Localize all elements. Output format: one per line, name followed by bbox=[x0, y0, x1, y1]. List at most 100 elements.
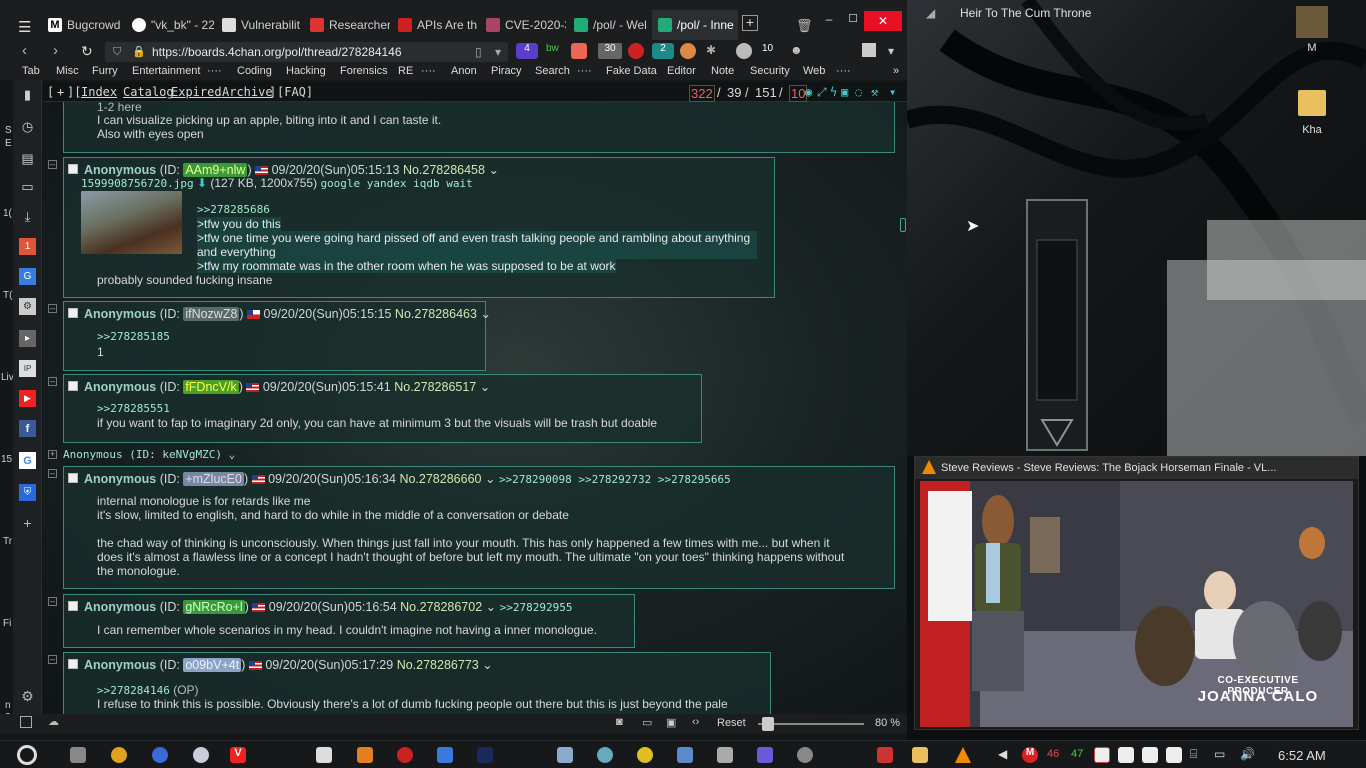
explorer-icon[interactable] bbox=[912, 747, 928, 763]
hide-post-button[interactable]: – bbox=[48, 304, 57, 313]
cloud-icon[interactable]: ☁ bbox=[48, 715, 59, 728]
dropdown-icon[interactable]: ▾ bbox=[495, 42, 501, 62]
taskbar-app-icon[interactable] bbox=[757, 747, 773, 763]
post-menu-icon[interactable]: ⌄ bbox=[488, 163, 498, 177]
tray-icon[interactable] bbox=[1166, 747, 1182, 763]
bookmark-folder[interactable]: Fake Data bbox=[606, 65, 657, 77]
hide-post-button[interactable]: – bbox=[48, 597, 57, 606]
wrench-icon[interactable]: ⚒ bbox=[871, 85, 878, 99]
window-icon[interactable]: ▭ bbox=[642, 716, 652, 729]
youtube-icon[interactable]: ▶ bbox=[19, 390, 36, 407]
extension-badge[interactable]: 10 bbox=[762, 43, 784, 59]
poster-id[interactable]: fFDncV/k bbox=[183, 380, 239, 394]
forward-icon[interactable]: › bbox=[53, 42, 58, 59]
ublock-icon[interactable] bbox=[628, 43, 644, 59]
eye-icon[interactable]: ◉ bbox=[805, 85, 812, 99]
tab-researchers[interactable]: Researchers bbox=[304, 10, 390, 40]
quote-link[interactable]: >>278284146 bbox=[97, 684, 170, 697]
post-checkbox[interactable] bbox=[68, 308, 78, 318]
extension-icon[interactable] bbox=[736, 43, 752, 59]
expand-icon[interactable]: ⤢ bbox=[817, 85, 827, 100]
post-menu-icon[interactable]: ⌄ bbox=[482, 658, 492, 672]
post-number[interactable]: No.278286773 bbox=[397, 658, 479, 672]
bookmark-folder[interactable]: Coding bbox=[237, 65, 272, 77]
zoom-reset-button[interactable]: Reset bbox=[717, 717, 746, 729]
quote-link[interactable]: >>278285686 bbox=[197, 203, 270, 217]
lightning-icon[interactable]: ϟ bbox=[830, 85, 837, 99]
poster-id[interactable]: +mZlucE0 bbox=[183, 472, 244, 486]
chevron-right-icon[interactable]: » bbox=[893, 65, 899, 77]
vlc-video[interactable]: CO-EXECUTIVE PRODUCER JOANNA CALO bbox=[920, 481, 1353, 727]
bookmark-folder[interactable]: Tab bbox=[22, 65, 40, 77]
chevron-down-icon[interactable]: ▾ bbox=[889, 85, 896, 99]
sublime-icon[interactable] bbox=[357, 747, 373, 763]
start-button-icon[interactable] bbox=[17, 745, 37, 765]
image-toggle-icon[interactable]: ▣ bbox=[666, 716, 676, 729]
settings-gear-icon[interactable]: ⚙ bbox=[19, 688, 36, 705]
post-menu-icon[interactable]: ⌄ bbox=[486, 600, 496, 614]
vlc-taskbar-icon[interactable] bbox=[955, 747, 971, 763]
post-number[interactable]: No.278286660 bbox=[399, 472, 481, 486]
quote-link[interactable]: >>278285185 bbox=[97, 330, 170, 344]
ip-panel-icon[interactable]: IP bbox=[19, 360, 36, 377]
bookmark-folder[interactable]: Note bbox=[711, 65, 734, 77]
panel-toggle-icon[interactable] bbox=[20, 716, 32, 728]
scrollbar-thumb[interactable] bbox=[900, 218, 906, 232]
bookmark-folder[interactable]: Search bbox=[535, 65, 570, 77]
faq-link[interactable]: [FAQ] bbox=[277, 85, 313, 99]
google-icon[interactable]: G bbox=[19, 452, 36, 469]
post-thumbnail[interactable] bbox=[81, 191, 182, 254]
post-number[interactable]: No.278286463 bbox=[395, 307, 477, 321]
taskbar-app-icon[interactable] bbox=[597, 747, 613, 763]
download-icon[interactable]: ⬇ bbox=[197, 176, 207, 190]
taskbar-app-icon[interactable] bbox=[797, 747, 813, 763]
notes-icon[interactable]: ▭ bbox=[19, 178, 36, 195]
tab-apis[interactable]: APIs Are th bbox=[392, 10, 478, 40]
tray-icon[interactable] bbox=[1094, 747, 1110, 763]
panel-app-icon[interactable]: 1 bbox=[19, 238, 36, 255]
post-menu-icon[interactable]: ⌄ bbox=[480, 307, 490, 321]
index-link[interactable]: Index bbox=[81, 85, 117, 99]
downloads-icon[interactable]: ⤓ bbox=[19, 208, 36, 225]
desktop-icon-label[interactable]: M bbox=[1296, 42, 1328, 54]
extension-badge[interactable]: bw bbox=[546, 43, 564, 59]
quote-link[interactable]: >>278285551 bbox=[97, 402, 170, 416]
desktop-icon-label[interactable]: Kha bbox=[1294, 124, 1330, 136]
taskbar-app-icon[interactable] bbox=[877, 747, 893, 763]
extension-icon[interactable] bbox=[571, 43, 587, 59]
expand-toggle[interactable]: + bbox=[57, 85, 64, 99]
image-icon[interactable]: ▣ bbox=[841, 85, 848, 99]
alien-icon[interactable]: ☻ bbox=[790, 43, 808, 59]
battery-icon[interactable]: ▭ bbox=[1214, 747, 1225, 761]
taskbar-app-icon[interactable] bbox=[677, 747, 693, 763]
hidden-post-stub[interactable]: Anonymous (ID: keNVgMZC) ⌄ bbox=[63, 448, 235, 461]
folder-icon[interactable] bbox=[1298, 90, 1326, 116]
poster-id[interactable]: ifNozwZ8 bbox=[183, 307, 240, 321]
desktop-book-icon[interactable] bbox=[1296, 6, 1328, 38]
bookmark-folder[interactable]: Security bbox=[750, 65, 790, 77]
hide-post-button[interactable]: – bbox=[48, 655, 57, 664]
post-number[interactable]: No.278286458 bbox=[403, 163, 485, 177]
hamburger-menu-icon[interactable]: ☰ bbox=[18, 18, 31, 36]
taskbar-app-icon[interactable] bbox=[437, 747, 453, 763]
reload-icon[interactable]: ↻ bbox=[81, 43, 93, 60]
minimize-button[interactable]: – bbox=[818, 12, 840, 32]
post-checkbox[interactable] bbox=[68, 659, 78, 669]
extension-icon[interactable] bbox=[862, 43, 876, 57]
address-bar[interactable]: ⛉ 🔒 https://boards.4chan.org/pol/thread/… bbox=[105, 42, 508, 62]
hide-post-button[interactable]: – bbox=[48, 469, 57, 478]
maximize-button[interactable]: ☐ bbox=[842, 12, 864, 32]
translate-icon[interactable]: G bbox=[19, 268, 36, 285]
poster-id[interactable]: AAm9+nlw bbox=[183, 163, 248, 177]
backlinks[interactable]: >>278290098 >>278292732 >>278295665 bbox=[499, 473, 731, 486]
comment-icon[interactable]: ◌ bbox=[855, 85, 862, 99]
taskbar-app-icon[interactable] bbox=[152, 747, 168, 763]
tray-icon[interactable] bbox=[1118, 747, 1134, 763]
archive-link[interactable]: Archive bbox=[222, 85, 273, 99]
camera-icon[interactable]: ◙ bbox=[616, 716, 623, 728]
post-menu-icon[interactable]: ⌄ bbox=[480, 380, 490, 394]
shield-panel-icon[interactable]: ⛨ bbox=[19, 484, 36, 501]
bookmark-folder[interactable]: Misc bbox=[56, 65, 79, 77]
bookmark-folder[interactable]: RE bbox=[398, 65, 413, 77]
taskbar-app-icon[interactable] bbox=[70, 747, 86, 763]
